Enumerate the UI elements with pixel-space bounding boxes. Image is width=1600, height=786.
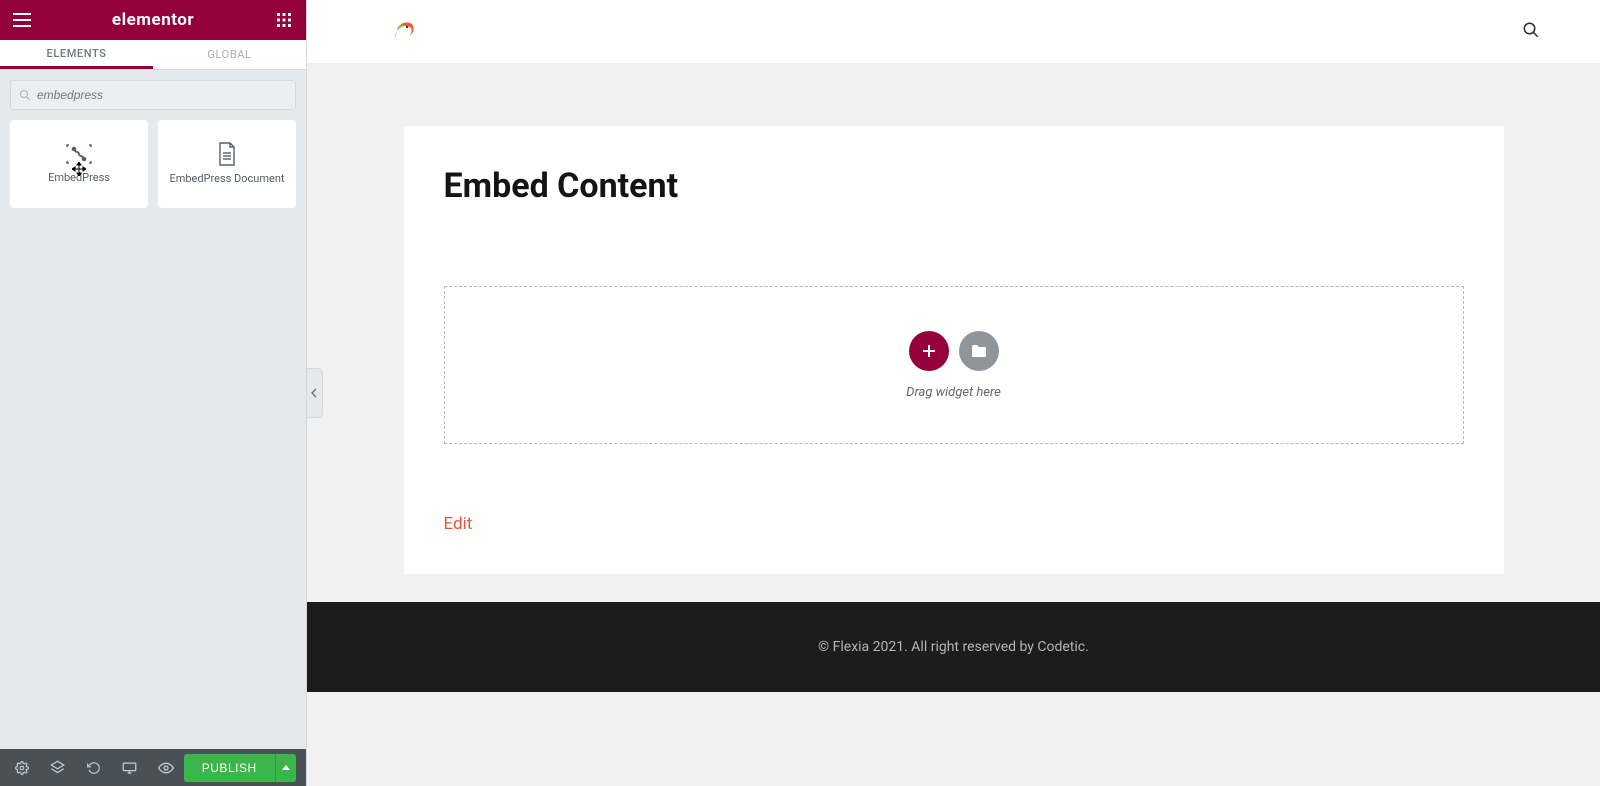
folder-icon — [971, 344, 987, 358]
search-icon — [19, 89, 31, 101]
apps-grid-icon[interactable] — [270, 6, 298, 34]
content-area: Embed Content Drag widget here Edit © Fl… — [307, 64, 1600, 786]
panel-tabs: ELEMENTS GLOBAL — [0, 40, 306, 70]
hamburger-menu-icon[interactable] — [8, 6, 36, 34]
widget-embedpress[interactable]: EmbedPress — [10, 120, 148, 208]
widget-label: EmbedPress Document — [169, 172, 284, 185]
page-title: Embed Content — [444, 166, 1464, 206]
tab-global[interactable]: GLOBAL — [153, 40, 306, 69]
widget-list: EmbedPress EmbedPress Document — [0, 120, 306, 208]
responsive-icon[interactable] — [112, 749, 148, 786]
panel-search-wrap — [0, 70, 306, 120]
plus-icon — [922, 344, 936, 358]
widget-dropzone[interactable]: Drag widget here — [444, 286, 1464, 444]
elementor-logo: elementor — [112, 10, 194, 30]
footer-copyright: © Flexia 2021. All right reserved by Cod… — [818, 639, 1089, 655]
panel-collapse-handle[interactable] — [307, 368, 323, 418]
dropzone-text: Drag widget here — [906, 385, 1001, 400]
chevron-left-icon — [311, 388, 318, 398]
move-cursor-icon — [72, 161, 86, 180]
site-header — [307, 0, 1600, 64]
site-search-icon[interactable] — [1522, 21, 1540, 43]
preview-area: Embed Content Drag widget here Edit © Fl… — [307, 0, 1600, 786]
publish-button[interactable]: PUBLISH — [184, 754, 275, 782]
document-icon — [216, 142, 238, 166]
panel-footer: PUBLISH — [0, 749, 306, 786]
search-container — [10, 80, 296, 110]
elementor-panel: elementor ELEMENTS GLOBAL — [0, 0, 307, 786]
settings-icon[interactable] — [4, 749, 40, 786]
site-footer: © Flexia 2021. All right reserved by Cod… — [307, 602, 1600, 692]
widget-embedpress-document[interactable]: EmbedPress Document — [158, 120, 296, 208]
tab-elements[interactable]: ELEMENTS — [0, 40, 153, 69]
navigator-icon[interactable] — [40, 749, 76, 786]
history-icon[interactable] — [76, 749, 112, 786]
add-section-button[interactable] — [909, 331, 949, 371]
site-logo[interactable] — [387, 15, 421, 49]
panel-header: elementor — [0, 0, 306, 40]
search-input[interactable] — [37, 88, 287, 102]
add-template-button[interactable] — [959, 331, 999, 371]
page-card: Embed Content Drag widget here Edit — [404, 126, 1504, 574]
edit-link[interactable]: Edit — [444, 514, 473, 534]
dropzone-buttons — [909, 331, 999, 371]
preview-icon[interactable] — [148, 749, 184, 786]
publish-options-button[interactable] — [275, 754, 296, 782]
